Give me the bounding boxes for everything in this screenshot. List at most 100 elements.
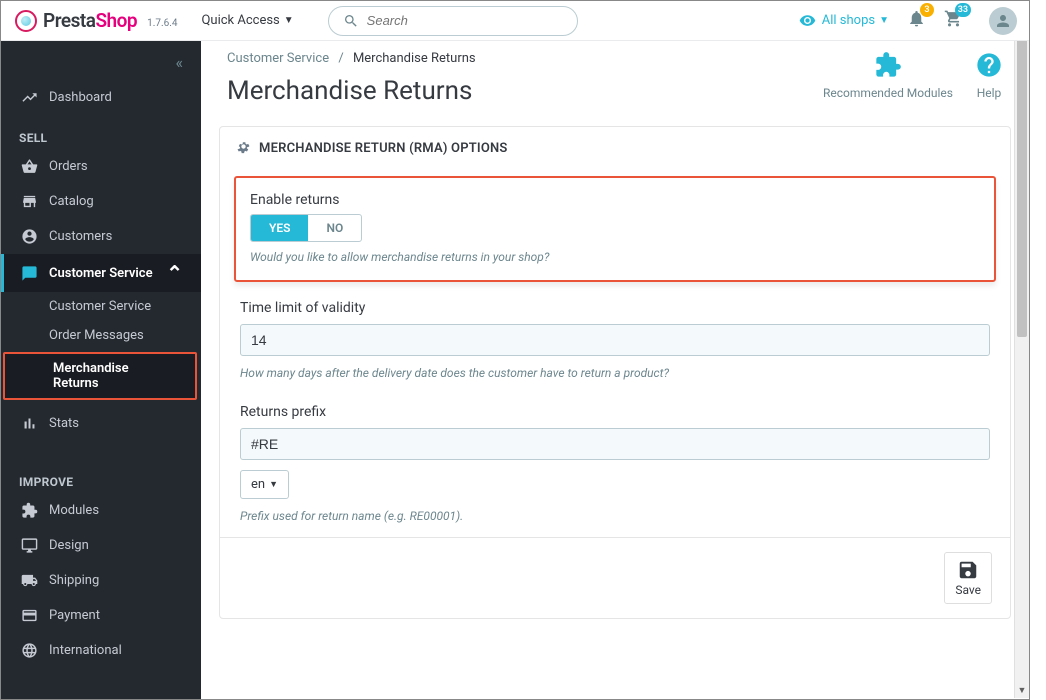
orders-badge: 33	[955, 3, 971, 17]
globe-icon	[21, 642, 38, 659]
breadcrumb-parent[interactable]: Customer Service	[227, 51, 329, 66]
sidebar: « Dashboard SELL Orders Catalog Customer…	[1, 1, 201, 699]
logo-text-shop: Shop	[95, 9, 137, 32]
rma-options-panel: MERCHANDISE RETURN (RMA) OPTIONS Enable …	[219, 126, 1011, 619]
sidebar-item-label: International	[49, 643, 122, 658]
sidebar-item-label: Dashboard	[49, 90, 112, 105]
basket-icon	[21, 158, 38, 175]
caret-down-icon: ▼	[284, 15, 294, 26]
time-limit-input[interactable]	[240, 324, 990, 356]
logo-text-presta: Presta	[43, 9, 95, 32]
search-icon	[343, 13, 359, 29]
help-button[interactable]: Help	[975, 51, 1003, 100]
enable-returns-toggle[interactable]: YES NO	[250, 214, 362, 242]
header: PrestaShop 1.7.6.4 Quick Access ▼ All sh…	[1, 1, 1029, 41]
notifications-button[interactable]: 3	[907, 9, 926, 32]
sidebar-item-customers[interactable]: Customers	[1, 219, 201, 254]
scroll-track[interactable]	[1015, 17, 1029, 683]
chat-icon	[21, 265, 38, 282]
prefix-help: Prefix used for return name (e.g. RE0000…	[240, 509, 990, 523]
sidebar-item-international[interactable]: International	[1, 633, 201, 668]
prefix-label: Returns prefix	[240, 404, 990, 420]
sidebar-item-label: Orders	[49, 159, 88, 174]
puzzle-icon	[874, 51, 902, 79]
panel-title: MERCHANDISE RETURN (RMA) OPTIONS	[259, 141, 508, 156]
save-button[interactable]: Save	[944, 552, 992, 604]
chevron-double-left-icon: «	[175, 53, 183, 72]
logo-icon	[15, 10, 37, 32]
enable-returns-label: Enable returns	[250, 192, 980, 208]
sidebar-item-label: Stats	[49, 416, 79, 431]
sidebar-subitem-order-messages[interactable]: Order Messages	[1, 321, 201, 350]
sidebar-collapse-button[interactable]: «	[1, 41, 201, 80]
store-icon	[21, 193, 38, 210]
save-icon	[957, 559, 979, 581]
breadcrumb-separator: /	[338, 51, 343, 66]
toggle-no[interactable]: NO	[308, 215, 361, 241]
sidebar-item-label: Customers	[49, 229, 112, 244]
sidebar-section-sell: SELL	[1, 115, 201, 149]
logo[interactable]: PrestaShop	[15, 9, 137, 32]
scroll-thumb[interactable]	[1017, 17, 1027, 337]
caret-down-icon: ▼	[879, 15, 889, 26]
credit-card-icon	[21, 607, 38, 624]
prefix-input[interactable]	[240, 428, 990, 460]
search-field-wrap[interactable]	[328, 6, 578, 36]
time-limit-help: How many days after the delivery date do…	[240, 366, 990, 380]
enable-returns-highlight: Enable returns YES NO Would you like to …	[234, 176, 996, 282]
caret-down-icon: ▼	[269, 479, 278, 490]
quick-access-label: Quick Access	[201, 13, 279, 28]
recommended-modules-button[interactable]: Recommended Modules	[823, 51, 953, 100]
bar-chart-icon	[21, 415, 38, 432]
sidebar-item-stats[interactable]: Stats	[1, 406, 201, 441]
person-icon	[21, 228, 38, 245]
language-select[interactable]: en ▼	[240, 470, 289, 499]
time-limit-label: Time limit of validity	[240, 300, 990, 316]
sidebar-item-design[interactable]: Design	[1, 528, 201, 563]
expand-less-icon: ⌃	[166, 263, 183, 283]
version-label: 1.7.6.4	[147, 18, 177, 29]
toggle-yes[interactable]: YES	[251, 215, 308, 241]
trending-icon	[21, 89, 38, 106]
shop-selector[interactable]: All shops ▼	[799, 12, 889, 29]
sidebar-item-label: Shipping	[49, 573, 99, 588]
sidebar-item-label: Modules	[49, 503, 99, 518]
search-input[interactable]	[367, 13, 563, 28]
language-label: en	[251, 477, 265, 492]
sidebar-item-modules[interactable]: Modules	[1, 493, 201, 528]
sidebar-item-shipping[interactable]: Shipping	[1, 563, 201, 598]
main-content: Customer Service / Merchandise Returns M…	[201, 1, 1029, 699]
enable-returns-help: Would you like to allow merchandise retu…	[250, 250, 980, 264]
sidebar-item-payment[interactable]: Payment	[1, 598, 201, 633]
settings-icon	[236, 139, 251, 158]
breadcrumb: Customer Service / Merchandise Returns	[227, 51, 476, 66]
quick-access-menu[interactable]: Quick Access ▼	[201, 13, 293, 28]
action-label: Recommended Modules	[823, 86, 953, 100]
sidebar-item-orders[interactable]: Orders	[1, 149, 201, 184]
extension-icon	[21, 502, 38, 519]
orders-button[interactable]: 33	[944, 9, 963, 32]
sidebar-item-dashboard[interactable]: Dashboard	[1, 80, 201, 115]
sidebar-subitem-merchandise-returns[interactable]: Merchandise Returns	[5, 354, 195, 398]
notification-badge: 3	[920, 3, 934, 17]
help-icon	[975, 51, 1003, 79]
person-icon	[994, 12, 1012, 30]
shop-selector-label: All shops	[822, 13, 875, 28]
scroll-down-icon[interactable]: ▼	[1015, 683, 1029, 698]
sidebar-item-catalog[interactable]: Catalog	[1, 184, 201, 219]
desktop-icon	[21, 537, 38, 554]
visibility-icon	[799, 12, 816, 29]
profile-avatar[interactable]	[989, 7, 1017, 35]
page-title: Merchandise Returns	[227, 76, 476, 106]
window-scrollbar[interactable]: ▲ ▼	[1014, 2, 1029, 698]
sidebar-section-improve: IMPROVE	[1, 459, 201, 493]
truck-icon	[21, 572, 38, 589]
sidebar-subitem-customer-service[interactable]: Customer Service	[1, 292, 201, 321]
action-label: Help	[977, 86, 1002, 100]
sidebar-item-label: Customer Service	[49, 266, 153, 281]
sidebar-item-label: Catalog	[49, 194, 94, 209]
save-label: Save	[955, 583, 981, 597]
breadcrumb-current: Merchandise Returns	[353, 51, 476, 66]
sidebar-item-customer-service[interactable]: Customer Service ⌃	[1, 254, 201, 292]
sidebar-item-label: Design	[49, 538, 89, 553]
